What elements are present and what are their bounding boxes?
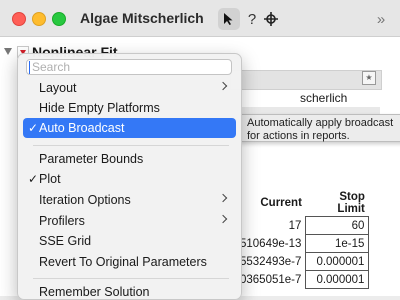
column-header-current: Current <box>260 197 302 210</box>
stop-limit-field[interactable]: 0.000001 <box>305 270 370 289</box>
parameter-table: Current Stop Limit 17 60 510649e-13 1e-1… <box>236 190 370 289</box>
stop-limit-field[interactable]: 1e-15 <box>305 234 370 253</box>
menu-item-hide-empty-platforms[interactable]: Hide Empty Platforms <box>23 98 236 118</box>
menu-item-label: SSE Grid <box>39 234 92 248</box>
menu-item-sse-grid[interactable]: SSE Grid <box>23 231 236 251</box>
current-value: 17 <box>288 219 302 232</box>
menu-item-label: Remember Solution <box>39 285 150 299</box>
red-triangle-popup-menu: Layout Hide Empty Platforms ✓ Auto Broad… <box>17 53 242 300</box>
menu-item-plot[interactable]: ✓ Plot <box>23 169 236 189</box>
table-row: 0365051e-7 0.000001 <box>236 270 370 289</box>
zoom-window-button[interactable] <box>52 12 66 26</box>
menu-item-label: Iteration Options <box>39 193 131 207</box>
cursor-arrow-icon <box>224 13 233 25</box>
menu-item-label: Plot <box>39 172 61 186</box>
menu-item-parameter-bounds[interactable]: Parameter Bounds <box>23 149 236 169</box>
text-caret <box>29 61 30 74</box>
menu-item-label: Auto Broadcast <box>39 121 125 135</box>
window-titlebar: Algae Mitscherlich ? » <box>0 0 400 37</box>
table-row: 510649e-13 1e-15 <box>236 234 370 253</box>
table-row: 17 60 <box>236 216 370 235</box>
submenu-chevron-icon <box>218 214 228 224</box>
report-label: scherlich <box>300 91 348 105</box>
menu-item-label: Hide Empty Platforms <box>39 101 160 115</box>
help-tool-button[interactable]: ? <box>244 8 260 30</box>
menu-item-profilers[interactable]: Profilers <box>23 211 236 231</box>
menu-separator <box>33 278 229 279</box>
crosshair-icon <box>264 12 278 26</box>
menu-item-auto-broadcast[interactable]: ✓ Auto Broadcast <box>23 118 236 138</box>
minimize-window-button[interactable] <box>32 12 46 26</box>
table-header-row: Current Stop Limit <box>236 190 369 217</box>
crosshair-tool-button[interactable] <box>262 8 280 30</box>
close-window-button[interactable] <box>12 12 26 26</box>
current-value: 5532493e-7 <box>240 255 302 268</box>
panel-header <box>230 70 382 90</box>
menu-search-input[interactable] <box>26 59 232 75</box>
menu-separator <box>33 145 229 146</box>
column-header-stop-limit: Stop Limit <box>337 191 365 215</box>
menu-item-revert-to-original-parameters[interactable]: Revert To Original Parameters <box>23 252 236 272</box>
pin-icon[interactable]: ★ <box>362 71 376 85</box>
menu-item-remember-solution[interactable]: Remember Solution <box>23 282 236 299</box>
menu-item-label: Parameter Bounds <box>39 152 144 166</box>
menu-item-label: Layout <box>39 81 77 95</box>
disclosure-triangle-icon[interactable] <box>4 48 12 55</box>
current-value: 510649e-13 <box>240 237 302 250</box>
current-value: 0365051e-7 <box>240 273 302 286</box>
window-title: Algae Mitscherlich <box>80 10 204 26</box>
submenu-chevron-icon <box>218 193 228 203</box>
submenu-chevron-icon <box>218 81 228 91</box>
stop-limit-field[interactable]: 60 <box>305 216 370 235</box>
menu-item-iteration-options[interactable]: Iteration Options <box>23 190 236 210</box>
stop-limit-field[interactable]: 0.000001 <box>305 252 370 271</box>
table-row: 5532493e-7 0.000001 <box>236 252 370 271</box>
menu-item-label: Revert To Original Parameters <box>39 255 207 269</box>
toolbar-overflow-button[interactable]: » <box>372 8 390 30</box>
arrow-tool-button[interactable] <box>218 8 240 30</box>
auto-broadcast-tooltip: Automatically apply broadcast for action… <box>240 114 400 142</box>
menu-item-layout[interactable]: Layout <box>23 78 236 98</box>
menu-item-label: Profilers <box>39 214 85 228</box>
